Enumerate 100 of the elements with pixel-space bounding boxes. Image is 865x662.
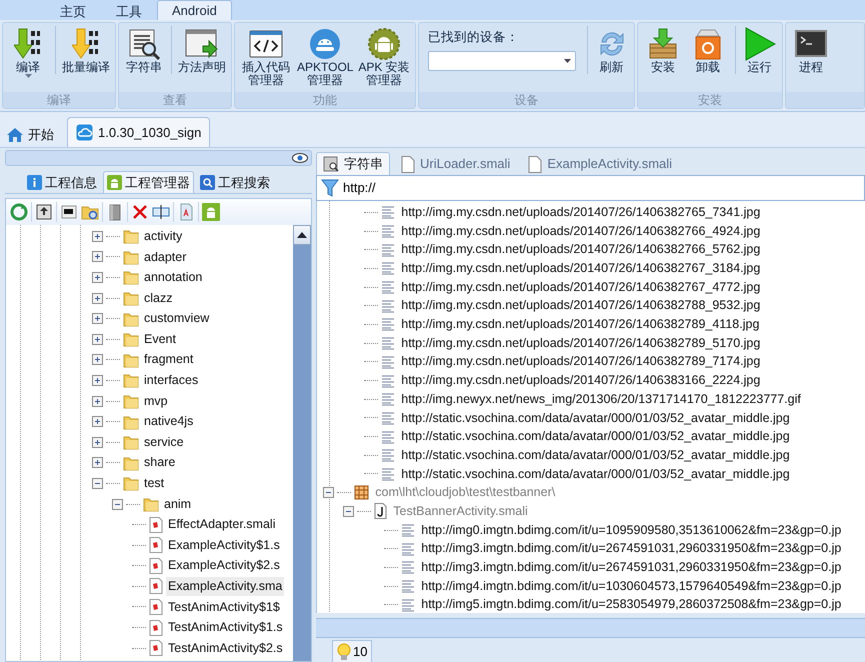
- collapse-icon[interactable]: [112, 498, 123, 510]
- string-result[interactable]: http://img.my.csdn.net/uploads/201407/26/1406382789_7174.jpg: [398, 352, 760, 372]
- ribbon-button[interactable]: 编译: [6, 26, 50, 78]
- ribbon-button[interactable]: 安装: [641, 26, 686, 74]
- tree-item[interactable]: service: [142, 432, 186, 452]
- rename-icon[interactable]: [152, 203, 170, 221]
- expand-icon[interactable]: [92, 457, 103, 468]
- document-tab[interactable]: 开始: [4, 121, 65, 147]
- delete-icon[interactable]: [131, 203, 149, 221]
- string-result[interactable]: http://img.my.csdn.net/uploads/201407/26/1406382767_3184.jpg: [398, 259, 760, 278]
- string-result[interactable]: http://static.vsochina.com/data/avatar/000/01/03/52_avatar_middle.jpg: [398, 408, 790, 428]
- ribbon-button[interactable]: 运行: [735, 26, 780, 74]
- collapse-icon[interactable]: [343, 506, 354, 517]
- ribbon-button[interactable]: 进程: [789, 26, 834, 74]
- expand-icon[interactable]: [92, 251, 103, 262]
- folder-icon: [123, 414, 139, 430]
- terminal-icon: [795, 28, 828, 58]
- string-result[interactable]: http://static.vsochina.com/data/avatar/000/01/03/52_avatar_middle.jpg: [398, 464, 790, 484]
- expand-icon[interactable]: [92, 436, 103, 448]
- ribbon-button[interactable]: APKTOOL 管理器: [295, 26, 356, 87]
- window-arrow-icon: [185, 28, 219, 60]
- string-result[interactable]: http://img.my.csdn.net/uploads/201407/26/1406382789_5170.jpg: [398, 334, 760, 353]
- ribbon-button[interactable]: 批量编译: [55, 26, 112, 74]
- tree-item[interactable]: fragment: [142, 350, 196, 370]
- folder-icon: [123, 393, 139, 410]
- tree-item[interactable]: ExampleActivity.sma: [166, 577, 284, 596]
- string-result[interactable]: http://img.my.csdn.net/uploads/201407/26/1406382766_4924.jpg: [398, 222, 760, 240]
- string-result[interactable]: http://img5.imgtn.bdimg.com/it/u=2583054979,2860372508&fm=23&gp=0.jp: [418, 595, 842, 613]
- string-result[interactable]: http://img3.imgtn.bdimg.com/it/u=2674591031,2960331950&fm=23&gp=0.jp: [418, 539, 842, 558]
- string-result[interactable]: http://static.vsochina.com/data/avatar/000/01/03/52_avatar_middle.jpg: [398, 446, 790, 465]
- group-label: 功能: [235, 92, 416, 108]
- string-result[interactable]: http://img.my.csdn.net/uploads/201407/26/1406382789_4118.jpg: [398, 315, 760, 334]
- tree-item[interactable]: Event: [142, 330, 178, 349]
- ribbon-button[interactable]: 字符串: [122, 26, 166, 74]
- collapse-icon[interactable]: [92, 478, 103, 489]
- ribbon-button[interactable]: 卸载: [686, 26, 730, 74]
- tree-item[interactable]: share: [142, 453, 178, 472]
- panel-tab[interactable]: 工程搜索: [196, 171, 274, 193]
- ribbon-button[interactable]: 刷新: [587, 26, 632, 74]
- expand-icon[interactable]: [92, 272, 103, 283]
- tree-item[interactable]: customview: [142, 309, 212, 328]
- tree-item[interactable]: EffectAdapter.smali: [166, 515, 278, 534]
- string-result[interactable]: http://img.my.csdn.net/uploads/201407/26/1406382765_7341.jpg: [398, 202, 760, 222]
- collapse-icon[interactable]: [323, 487, 334, 498]
- string-result[interactable]: http://img.newyx.net/news_img/201306/20/1371714170_1812223777.gif: [398, 390, 801, 409]
- string-result[interactable]: http://img0.imgtn.bdimg.com/it/u=1095909580,3513610062&fm=23&gp=0.jp: [418, 520, 842, 540]
- string-result[interactable]: http://img4.imgtn.bdimg.com/it/u=1030604573,1579640549&fm=23&gp=0.jp: [418, 576, 842, 596]
- tree-item[interactable]: interfaces: [142, 371, 200, 390]
- editor-tab[interactable]: ExampleActivity.smali: [521, 152, 680, 175]
- tree-item[interactable]: TestAnimActivity$1$: [166, 598, 282, 616]
- ribbon-tab[interactable]: 主页: [45, 1, 101, 20]
- expand-icon[interactable]: [92, 292, 103, 304]
- ribbon-button[interactable]: APK 安装管理器: [356, 26, 412, 87]
- text-lines-icon: [401, 598, 415, 612]
- tree-item[interactable]: test: [142, 474, 166, 493]
- panel-tab[interactable]: 工程信息: [23, 171, 101, 193]
- tree-node[interactable]: TestBannerActivity.smali: [390, 502, 528, 521]
- string-result[interactable]: http://static.vsochina.com/data/avatar/000/01/03/52_avatar_middle.jpg: [398, 427, 790, 446]
- string-result[interactable]: http://img.my.csdn.net/uploads/201407/26/1406383166_2224.jpg: [398, 371, 760, 390]
- tree-item[interactable]: ExampleActivity$2.s: [166, 556, 282, 576]
- ribbon-button[interactable]: 方法声明: [171, 26, 228, 74]
- text-lines-icon: [381, 430, 395, 444]
- upload-icon[interactable]: [35, 203, 53, 221]
- refresh-icon[interactable]: [10, 203, 28, 221]
- ribbon-tab[interactable]: Android: [157, 0, 232, 20]
- ribbon-button[interactable]: 插入代码管理器: [238, 26, 294, 87]
- group-label: 编译: [3, 92, 115, 108]
- editor-tab[interactable]: 字符串: [316, 152, 390, 175]
- ribbon-tab[interactable]: 工具: [101, 1, 157, 20]
- tree-item[interactable]: adapter: [142, 248, 188, 266]
- android-circle-icon: [309, 28, 342, 60]
- string-result[interactable]: http://img.my.csdn.net/uploads/201407/26/1406382767_4772.jpg: [398, 278, 760, 296]
- tree-item[interactable]: TestAnimActivity$1.s: [166, 618, 285, 637]
- expand-icon[interactable]: [92, 313, 103, 324]
- tree-item[interactable]: mvp: [142, 392, 170, 410]
- tree-item[interactable]: annotation: [142, 268, 204, 287]
- expand-icon[interactable]: [92, 374, 103, 386]
- tips-tab[interactable]: 10: [332, 640, 372, 662]
- string-result[interactable]: http://img.my.csdn.net/uploads/201407/26/1406382788_9532.jpg: [398, 296, 760, 316]
- string-result[interactable]: http://img.my.csdn.net/uploads/201407/26/1406382766_5762.jpg: [398, 240, 760, 260]
- expand-icon[interactable]: [92, 334, 103, 345]
- file-icon: [149, 558, 163, 574]
- tree-item[interactable]: clazz: [142, 288, 174, 308]
- expand-icon[interactable]: [92, 396, 103, 407]
- tree-item[interactable]: anim: [162, 494, 194, 514]
- string-result[interactable]: http://img3.imgtn.bdimg.com/it/u=2674591031,2960331950&fm=23&gp=0.jp: [418, 558, 842, 577]
- expand-icon[interactable]: [92, 416, 103, 428]
- panel-tab[interactable]: 工程管理器: [103, 171, 194, 193]
- expand-icon[interactable]: [92, 230, 103, 242]
- tree-item[interactable]: ExampleActivity$1.s: [166, 536, 282, 555]
- monitor-icon[interactable]: [60, 203, 78, 221]
- editor-tab[interactable]: UriLoader.smali: [394, 152, 518, 175]
- tree-item[interactable]: TestAnimActivity$2.s: [166, 638, 285, 658]
- code-window-icon: [249, 28, 283, 58]
- tree-item[interactable]: activity: [142, 226, 184, 246]
- tree-item[interactable]: native4js: [142, 412, 196, 432]
- tree-node[interactable]: com\lht\cloudjob\test\testbanner\: [372, 483, 556, 502]
- document-tab[interactable]: 1.0.30_1030_sign: [67, 117, 210, 147]
- scrollbar[interactable]: [293, 225, 311, 661]
- expand-icon[interactable]: [92, 354, 103, 366]
